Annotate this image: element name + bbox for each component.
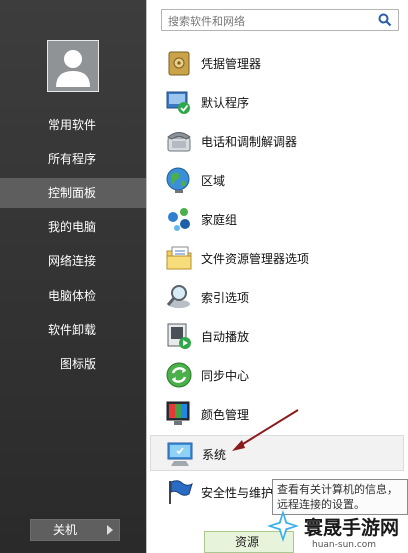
- watermark-title: 寰晟手游网: [304, 517, 400, 539]
- watermark-url: huan-sun.com: [312, 540, 377, 550]
- tooltip-line-1: 查看有关计算机的信息，: [277, 483, 398, 496]
- watermark-logo: [267, 510, 299, 542]
- annotation-arrow: [232, 409, 299, 451]
